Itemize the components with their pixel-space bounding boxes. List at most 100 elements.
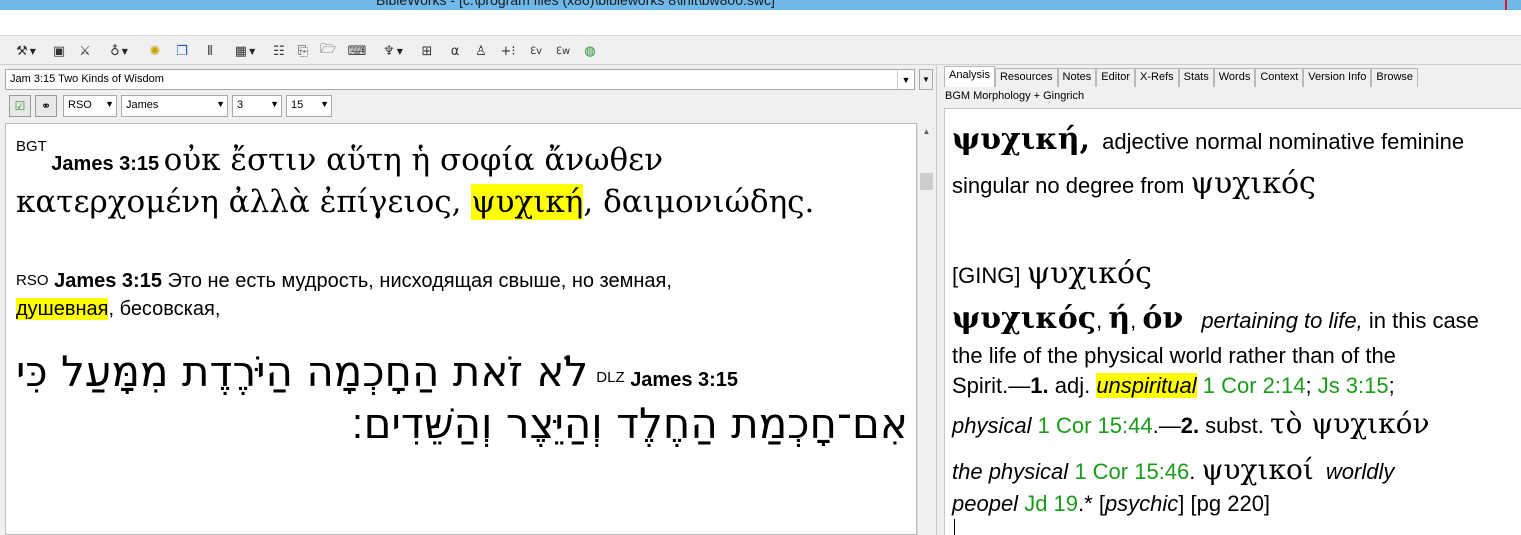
entry-word[interactable]: ψυχικός: [952, 301, 1096, 336]
scroll-thumb[interactable]: [920, 173, 933, 190]
tab-stats[interactable]: Stats: [1178, 68, 1214, 87]
close-button-edge[interactable]: [1505, 0, 1507, 10]
tab-version-info[interactable]: Version Info: [1303, 68, 1372, 87]
version-label: RSO: [16, 272, 49, 289]
lexicon-entry-line-4: physical 1 Cor 15:44.—2. subst. τὸ ψυχικ…: [952, 407, 1430, 443]
verse-icon[interactable]: ⫴: [200, 41, 220, 61]
verse-text-line[interactable]: Это не есть мудрость, нисходящая свыше, …: [168, 270, 672, 292]
verse-text-line[interactable]: οὐκ ἔστιν αὕτη ἡ σοφία ἄνωθεν: [164, 142, 663, 178]
morph-lemma[interactable]: ψυχικός: [1190, 166, 1315, 201]
search-icon[interactable]: ♁ ▼: [102, 41, 136, 61]
windows-icon[interactable]: ❐: [172, 41, 192, 61]
chapter-dropdown-value: 3: [237, 99, 244, 111]
definition-italic: pertaining to life,: [1201, 308, 1363, 333]
lexicon-entry-line-6: peopel Jd 19.* [psychic] [pg 220]: [952, 487, 1270, 521]
lexicon-lemma[interactable]: ψυχικός: [1027, 256, 1152, 291]
version-dropdown[interactable]: RSO ▼: [63, 95, 117, 117]
definition-text: adj.: [1048, 373, 1097, 398]
verse-text-line[interactable]: אִם־חָכְמַת הַחֶלֶד וְהַיֵּצֶר וְהַשֵּׁד…: [16, 398, 908, 450]
tab-browse[interactable]: Browse: [1371, 68, 1419, 87]
definition-italic: psychic: [1104, 491, 1179, 516]
verse-text-line[interactable]: κατερχομένη ἀλλὰ ἐπίγειος,: [16, 184, 471, 220]
title-bar: BibleWorks - [c:\program files (x86)\bib…: [0, 0, 1521, 10]
checkbox-icon[interactable]: ☑: [9, 95, 31, 117]
verse-reference-group: DLZ James 3:15: [596, 369, 738, 392]
definition-text: .* [: [1078, 491, 1105, 516]
definition-italic: the physical: [952, 459, 1069, 484]
verse-text-line[interactable]: , δαιμονιώδης.: [583, 184, 814, 220]
pane-menu-button[interactable]: ▼: [919, 69, 933, 90]
tab-analysis[interactable]: Analysis: [944, 66, 995, 87]
scripture-link[interactable]: 1 Cor 15:46: [1074, 459, 1189, 484]
lamp-icon[interactable]: ✺: [146, 41, 164, 61]
verse-selector[interactable]: Jam 3:15 Two Kinds of Wisdom ▼: [5, 69, 915, 90]
verse-dropdown[interactable]: 15 ▼: [286, 95, 332, 117]
entry-neuter[interactable]: όν: [1142, 301, 1183, 336]
verse-reference[interactable]: James 3:15: [630, 369, 738, 391]
tab-context[interactable]: Context: [1255, 68, 1304, 87]
definition-text: ] [pg 220]: [1178, 491, 1271, 516]
definition-text: Spirit.—: [952, 373, 1031, 398]
ev-icon[interactable]: ℇv: [526, 41, 546, 61]
lamp2-icon[interactable]: ♆ ▼: [376, 41, 410, 61]
separator: ,: [1096, 308, 1109, 333]
keyboard-icon[interactable]: ⌨: [346, 41, 368, 61]
verse-dropdown-value: 15: [291, 99, 304, 111]
tab-words[interactable]: Words: [1213, 68, 1256, 87]
separator: ,: [1130, 308, 1143, 333]
save-icon[interactable]: ▣: [50, 41, 68, 61]
verse-selector-value: Jam 3:15 Two Kinds of Wisdom: [10, 73, 164, 85]
ew-icon[interactable]: ℇw: [552, 41, 574, 61]
tab-xrefs[interactable]: X-Refs: [1135, 68, 1179, 87]
chevron-down-icon[interactable]: ▼: [897, 70, 914, 89]
definition-italic: physical: [952, 413, 1032, 438]
book-dropdown[interactable]: James ▼: [121, 95, 228, 117]
grid-icon[interactable]: ▦ ▼: [228, 41, 262, 61]
highlighted-word[interactable]: ψυχική: [471, 184, 584, 220]
verse-text-line[interactable]: , бесовская,: [108, 298, 220, 320]
tab-resources[interactable]: Resources: [994, 68, 1058, 87]
definition-italic: worldly: [1325, 459, 1395, 484]
chapter-dropdown[interactable]: 3 ▼: [232, 95, 282, 117]
analysis-content: ψυχική, adjective normal nominative femi…: [944, 108, 1521, 535]
plus-icon[interactable]: +⁝: [498, 41, 518, 61]
scripture-link[interactable]: Jd 19: [1024, 491, 1078, 516]
window-title: BibleWorks - [c:\program files (x86)\bib…: [376, 0, 775, 8]
scripture-link[interactable]: 1 Cor 15:44: [1038, 413, 1153, 438]
verse-bgt: BGT James 3:15 οὐκ ἔστιν αὕτη ἡ σοφία ἄν…: [16, 138, 906, 224]
copy-icon[interactable]: ⚒ ▼: [10, 41, 42, 61]
chevron-down-icon: ▼: [216, 99, 225, 109]
tab-notes[interactable]: Notes: [1057, 68, 1097, 87]
toolbar: ⚒ ▼ ▣ ⚔ ♁ ▼ ✺ ❐ ⫴ ▦ ▼ ☷ ⎘ 🗁 ⌨ ♆ ▼ ⊞ α ♙ +⁝ ℇ…: [0, 37, 1521, 65]
tab-editor[interactable]: Editor: [1096, 68, 1136, 87]
vertical-scrollbar[interactable]: ▲: [917, 123, 934, 535]
link-icon[interactable]: ⚭: [35, 95, 57, 117]
entry-feminine[interactable]: ή: [1108, 301, 1130, 336]
tile-icon[interactable]: ⊞: [418, 41, 436, 61]
browse-window[interactable]: BGT James 3:15 οὐκ ἔστιν αὕτη ἡ σοφία ἄν…: [5, 123, 917, 535]
morph-word[interactable]: ψυχική,: [952, 122, 1090, 157]
folder-icon[interactable]: 🗁: [318, 41, 338, 61]
copy-pages-icon[interactable]: ⎘: [294, 41, 312, 61]
version-label: DLZ: [596, 369, 625, 386]
separator: ;: [1305, 373, 1318, 398]
analysis-tabs: Analysis Resources Notes Editor X-Refs S…: [944, 66, 1419, 87]
highlighted-word[interactable]: душевная: [16, 298, 109, 320]
person-icon[interactable]: ♙: [472, 41, 490, 61]
tools-icon[interactable]: ⚔: [76, 41, 94, 61]
definition-italic: peopel: [952, 491, 1019, 516]
scroll-up-icon[interactable]: ▲: [918, 123, 935, 140]
lexicon-label: [GING]: [952, 263, 1021, 288]
table-icon[interactable]: ☷: [270, 41, 288, 61]
analysis-source-label: BGM Morphology + Gingrich: [945, 90, 1085, 102]
alpha-icon[interactable]: α: [446, 41, 464, 61]
scripture-link[interactable]: 1 Cor 2:14: [1203, 373, 1306, 398]
verse-reference[interactable]: James 3:15: [54, 270, 162, 292]
greek-term[interactable]: ψυχικοί: [1202, 453, 1314, 486]
verse-text-line[interactable]: לֹא זֹאת הַחָכְמָה הַיֹּרֶדֶת מִמָּעַל כ…: [16, 346, 588, 398]
scripture-link[interactable]: Js 3:15: [1318, 373, 1389, 398]
verse-reference[interactable]: James 3:15: [51, 153, 159, 175]
morph-description: singular no degree from: [952, 173, 1185, 198]
greek-term[interactable]: τὸ ψυχικόν: [1270, 407, 1430, 440]
globe-icon[interactable]: ◍: [580, 41, 600, 61]
